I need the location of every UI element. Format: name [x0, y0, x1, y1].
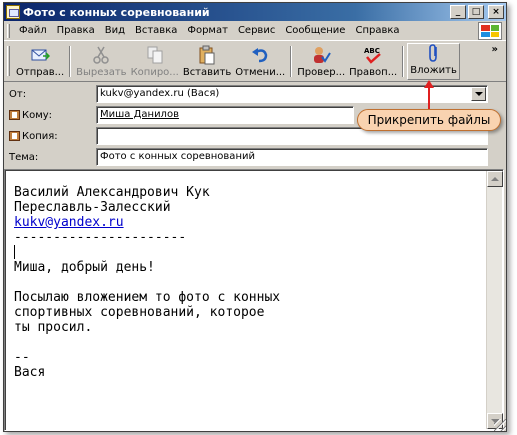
chevron-down-icon[interactable] — [471, 87, 486, 101]
cut-button[interactable]: Вырезать — [74, 42, 128, 81]
to-label: Кому: — [22, 109, 53, 121]
subject-label: Тема: — [9, 151, 39, 163]
toolbar-grip — [7, 46, 10, 76]
message-icon — [6, 5, 20, 19]
paste-label: Вставить — [182, 67, 232, 78]
separator-line: ---------------------- — [14, 230, 187, 245]
scroll-up-button[interactable] — [487, 171, 503, 187]
paste-button[interactable]: Вставить — [181, 42, 233, 81]
toolbar-separator — [290, 46, 293, 77]
maximize-button[interactable]: □ — [468, 5, 484, 19]
copy-button[interactable]: Копиро... — [129, 42, 181, 81]
minimize-button[interactable]: _ — [450, 5, 466, 19]
body-paragraph-line: Посылаю вложением то фото с конных — [14, 290, 281, 305]
menu-tools[interactable]: Сервис — [233, 25, 280, 36]
signature-separator: -- — [14, 350, 30, 365]
menu-grip — [7, 23, 10, 38]
menu-bar: Файл Правка Вид Вставка Формат Сервис Со… — [4, 21, 506, 41]
to-recipient: Миша Данилов — [100, 109, 179, 120]
paperclip-icon — [423, 43, 445, 63]
paste-icon — [196, 45, 218, 65]
cc-address-book-button[interactable]: Копия: — [9, 131, 58, 142]
copy-label: Копиро... — [130, 67, 179, 78]
subject-row: Тема: Фото с конных соревнований — [4, 146, 506, 168]
toolbar-overflow-icon[interactable]: » — [492, 44, 499, 55]
subject-field[interactable]: Фото с конных соревнований — [96, 148, 488, 166]
send-label: Отправ... — [16, 67, 65, 78]
menu-view[interactable]: Вид — [100, 25, 130, 36]
attach-label: Вложить — [410, 65, 457, 76]
toolbar: Отправ... Вырезать Копиро... Вставить От… — [4, 42, 506, 82]
cut-label: Вырезать — [76, 67, 127, 78]
undo-button[interactable]: Отмени... — [233, 42, 287, 81]
check-names-button[interactable]: Провер... — [295, 42, 347, 81]
menu-edit[interactable]: Правка — [52, 25, 100, 36]
spelling-icon: ABC — [362, 45, 384, 65]
vertical-scrollbar[interactable] — [486, 171, 503, 429]
message-text[interactable]: Василий Александрович Кук Переславль-Зал… — [14, 185, 280, 380]
windows-flag-icon — [478, 22, 502, 40]
to-address-book-button[interactable]: Кому: — [9, 110, 52, 121]
undo-label: Отмени... — [235, 67, 286, 78]
callout-pointer — [428, 84, 430, 110]
send-button[interactable]: Отправ... — [14, 42, 66, 81]
message-body[interactable]: Василий Александрович Кук Переславль-Зал… — [4, 169, 504, 431]
close-button[interactable]: × — [488, 5, 504, 19]
body-paragraph-line: ты просил. — [14, 320, 93, 335]
from-label: От: — [9, 88, 27, 100]
toolbar-separator — [402, 46, 405, 77]
menu-format[interactable]: Формат — [182, 25, 233, 36]
svg-text:ABC: ABC — [364, 47, 380, 55]
undo-icon — [249, 45, 271, 65]
check-names-label: Провер... — [297, 67, 346, 78]
address-book-icon — [9, 131, 20, 141]
menu-insert[interactable]: Вставка — [130, 25, 182, 36]
menu-help[interactable]: Справка — [350, 25, 404, 36]
spelling-label: Правоп... — [349, 67, 398, 78]
copy-icon — [144, 45, 166, 65]
signature-name: Вася — [14, 365, 46, 380]
menu-message[interactable]: Сообщение — [280, 25, 350, 36]
address-book-icon — [9, 110, 20, 120]
body-paragraph-line: спортивных соревнований, которое — [14, 305, 265, 320]
menu-file[interactable]: Файл — [14, 25, 52, 36]
message-window: Фото с конных соревнований _ □ × Файл Пр… — [3, 2, 507, 432]
attach-button[interactable]: Вложить — [407, 43, 460, 80]
toolbar-separator — [69, 46, 72, 77]
spelling-button[interactable]: ABC Правоп... — [347, 42, 399, 81]
sender-name: Василий Александрович Кук — [14, 185, 210, 200]
check-names-icon — [310, 45, 332, 65]
text-cursor — [14, 245, 15, 259]
resize-grip[interactable] — [494, 419, 506, 431]
window-title: Фото с конных соревнований — [23, 5, 210, 19]
greeting: Миша, добрый день! — [14, 260, 155, 275]
title-bar[interactable]: Фото с конных соревнований _ □ × — [4, 3, 506, 21]
email-link[interactable]: kukv@yandex.ru — [14, 215, 124, 230]
sender-city: Переславль-Залесский — [14, 200, 171, 215]
attach-files-callout: Прикрепить файлы — [357, 109, 501, 131]
cc-label: Копия: — [22, 130, 58, 142]
to-field[interactable]: Миша Данилов — [96, 106, 354, 124]
from-value: kukv@yandex.ru (Вася) — [100, 88, 220, 99]
scissors-icon — [90, 45, 112, 65]
send-icon — [29, 45, 51, 65]
